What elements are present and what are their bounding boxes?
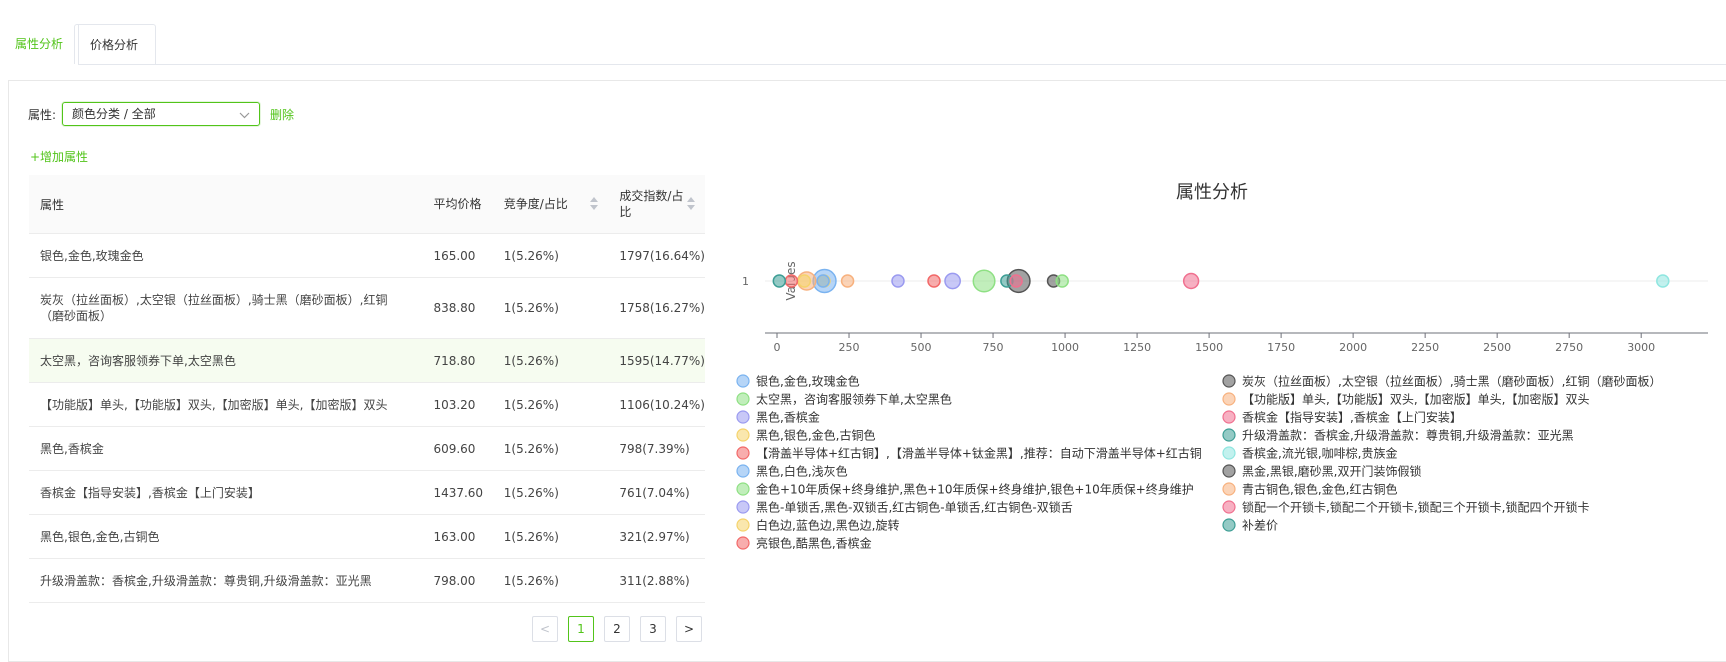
table-row[interactable]: 升级滑盖款：香槟金,升级滑盖款：尊贵铜,升级滑盖款：亚光黑 798.00 1(5.2… (29, 558, 705, 603)
cell-deal: 1595(14.77%) (608, 338, 705, 383)
prev-page-button[interactable]: < (532, 616, 558, 642)
tab-price-analysis[interactable]: 价格分析 (74, 24, 156, 64)
cell-competition: 1(5.26%) (492, 382, 609, 427)
page-button[interactable]: 1 (568, 616, 594, 642)
table-row[interactable]: 【功能版】单头,【功能版】双头,【加密版】单头,【加密版】双头 103.20 1(5… (29, 382, 705, 427)
cell-price: 163.00 (422, 514, 493, 559)
cell-attribute: 太空黑，咨询客服领券下单,太空黑色 (29, 338, 423, 383)
chevron-down-icon (239, 105, 250, 133)
attribute-filter-row: 属性: 颜色分类 / 全部 删除 (28, 101, 294, 127)
cell-deal: 311(2.88%) (608, 558, 705, 603)
cell-deal: 1758(16.27%) (608, 277, 705, 339)
sort-icon[interactable] (687, 197, 695, 213)
cell-price: 798.00 (422, 558, 493, 603)
page-button[interactable]: 2 (604, 616, 630, 642)
cell-attribute: 炭灰（拉丝面板）,太空银（拉丝面板）,骑士黑（磨砂面板）,红铜（磨砂面板） (29, 277, 423, 339)
cell-competition: 1(5.26%) (492, 558, 609, 603)
cell-attribute: 升级滑盖款：香槟金,升级滑盖款：尊贵铜,升级滑盖款：亚光黑 (29, 558, 423, 603)
table-row[interactable]: 黑色,银色,金色,古铜色 163.00 1(5.26%) 321(2.97%) (29, 514, 705, 559)
table-row[interactable]: 太空黑，咨询客服领券下单,太空黑色 718.80 1(5.26%) 1595(14.7… (29, 338, 705, 383)
cell-price: 838.80 (422, 277, 493, 339)
cell-price: 718.80 (422, 338, 493, 383)
pagination: < 1 2 3 > (532, 616, 712, 642)
table-row[interactable]: 银色,金色,玫瑰金色 165.00 1(5.26%) 1797(16.64%) (29, 233, 705, 278)
cell-attribute: 黑色,银色,金色,古铜色 (29, 514, 423, 559)
cell-competition: 1(5.26%) (492, 426, 609, 471)
attribute-select[interactable]: 颜色分类 / 全部 (62, 102, 261, 126)
column-header-avg-price: 平均价格 (422, 175, 493, 234)
cell-deal: 321(2.97%) (608, 514, 705, 559)
tab-attribute-analysis[interactable]: 属性分析 (0, 24, 80, 65)
cell-attribute: 黑色,香槟金 (29, 426, 423, 471)
cell-attribute: 银色,金色,玫瑰金色 (29, 233, 423, 278)
table-header-row: 属性 平均价格 竞争度/占比 成交指数/占比 (29, 175, 705, 234)
page-button[interactable]: 3 (640, 616, 666, 642)
cell-deal: 1797(16.64%) (608, 233, 705, 278)
cell-competition: 1(5.26%) (492, 233, 609, 278)
cell-competition: 1(5.26%) (492, 277, 609, 339)
cell-price: 1437.60 (422, 470, 493, 515)
attribute-label: 属性: (28, 107, 57, 122)
table-row[interactable]: 黑色,香槟金 609.60 1(5.26%) 798(7.39%) (29, 426, 705, 471)
attribute-table: 属性 平均价格 竞争度/占比 成交指数/占比 银色,金色,玫瑰金色 165.00 1… (29, 175, 705, 603)
cell-deal: 761(7.04%) (608, 470, 705, 515)
next-page-button[interactable]: > (676, 616, 702, 642)
column-header-attribute: 属性 (29, 175, 423, 234)
table-row[interactable]: 炭灰（拉丝面板）,太空银（拉丝面板）,骑士黑（磨砂面板）,红铜（磨砂面板） 838… (29, 277, 705, 339)
column-header-competition[interactable]: 竞争度/占比 (492, 175, 609, 234)
attribute-select-value: 颜色分类 / 全部 (72, 107, 156, 121)
delete-attribute-link[interactable]: 删除 (270, 106, 294, 123)
cell-price: 609.60 (422, 426, 493, 471)
cell-competition: 1(5.26%) (492, 338, 609, 383)
sort-icon[interactable] (590, 197, 599, 213)
cell-deal: 798(7.39%) (608, 426, 705, 471)
tab-bar: 属性分析 价格分析 (0, 0, 1726, 65)
cell-competition: 1(5.26%) (492, 470, 609, 515)
cell-competition: 1(5.26%) (492, 514, 609, 559)
cell-price: 103.20 (422, 382, 493, 427)
add-attribute-link[interactable]: +增加属性 (30, 148, 88, 165)
cell-price: 165.00 (422, 233, 493, 278)
table-row[interactable]: 香槟金【指导安装】,香槟金【上门安装】 1437.60 1(5.26%) 761(7.… (29, 470, 705, 515)
cell-attribute: 【功能版】单头,【功能版】双头,【加密版】单头,【加密版】双头 (29, 382, 423, 427)
cell-deal: 1106(10.24%) (608, 382, 705, 427)
column-header-deal-index[interactable]: 成交指数/占比 (608, 175, 705, 234)
cell-attribute: 香槟金【指导安装】,香槟金【上门安装】 (29, 470, 423, 515)
